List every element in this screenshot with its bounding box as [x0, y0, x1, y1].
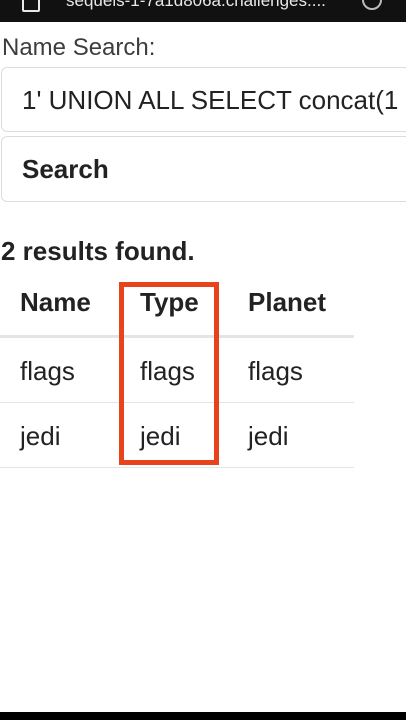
- name-search-label: Name Search:: [2, 34, 156, 61]
- url-bar[interactable]: sequels-1-7a1d806a.challenges....: [66, 0, 326, 11]
- search-button[interactable]: Search: [1, 136, 406, 202]
- cell-planet: jedi: [248, 421, 289, 451]
- tabs-icon[interactable]: [22, 0, 40, 12]
- column-header-planet: Planet: [248, 287, 327, 317]
- name-search-input-value[interactable]: 1' UNION ALL SELECT concat(1: [22, 85, 398, 116]
- name-search-input[interactable]: 1' UNION ALL SELECT concat(1: [1, 67, 406, 132]
- page-content: Name Search: 1' UNION ALL SELECT concat(…: [0, 22, 406, 712]
- browser-bar: sequels-1-7a1d806a.challenges....: [0, 0, 406, 22]
- table-row: flags flags flags: [0, 338, 354, 403]
- cell-planet: flags: [248, 356, 303, 386]
- table-row: jedi jedi jedi: [0, 403, 354, 468]
- column-header-name: Name: [20, 287, 91, 317]
- results-summary: 2 results found.: [1, 236, 195, 266]
- reload-icon[interactable]: [362, 0, 382, 10]
- cell-type: jedi: [140, 421, 181, 451]
- search-button-label: Search: [22, 154, 109, 184]
- cell-name: flags: [20, 356, 75, 386]
- bottom-bar: [0, 712, 406, 720]
- cell-type: flags: [140, 356, 195, 386]
- results-table: Name Type Planet flags flags flags jedi …: [0, 272, 354, 468]
- cell-name: jedi: [20, 421, 61, 451]
- table-header-row: Name Type Planet: [0, 272, 354, 338]
- column-header-type: Type: [140, 287, 199, 317]
